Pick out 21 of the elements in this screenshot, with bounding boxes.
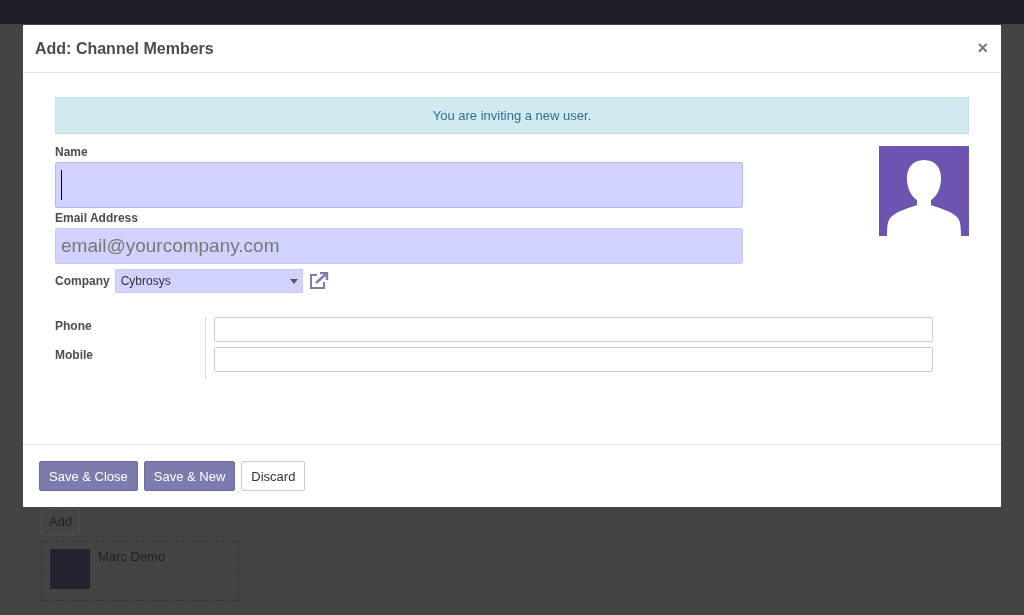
- input-field[interactable]: email@yourcompany.com: [55, 228, 743, 264]
- field-label: Name: [55, 145, 89, 159]
- dialog-button[interactable]: Save & Close: [39, 461, 138, 491]
- input-field[interactable]: [214, 317, 933, 342]
- input-field[interactable]: [214, 347, 933, 372]
- dialog-title: Add: Channel Members: [35, 39, 214, 58]
- avatar-icon[interactable]: [879, 146, 969, 236]
- close-button[interactable]: ×: [977, 38, 988, 59]
- text-cursor: [61, 170, 62, 200]
- field-label: Company: [55, 274, 110, 288]
- input-field[interactable]: [55, 162, 743, 208]
- external-link-icon[interactable]: [308, 272, 329, 290]
- company-select[interactable]: Cybrosys: [114, 269, 303, 293]
- info-alert: You are inviting a new user.: [55, 97, 969, 134]
- field-label: Phone: [55, 319, 93, 333]
- field-label: Email Address: [55, 211, 139, 225]
- caret-icon: [289, 278, 298, 284]
- dialog-button[interactable]: Discard: [241, 461, 306, 491]
- dialog-button[interactable]: Save & New: [143, 461, 236, 491]
- avatar-icon: [50, 549, 90, 589]
- field-label: Mobile: [55, 348, 94, 362]
